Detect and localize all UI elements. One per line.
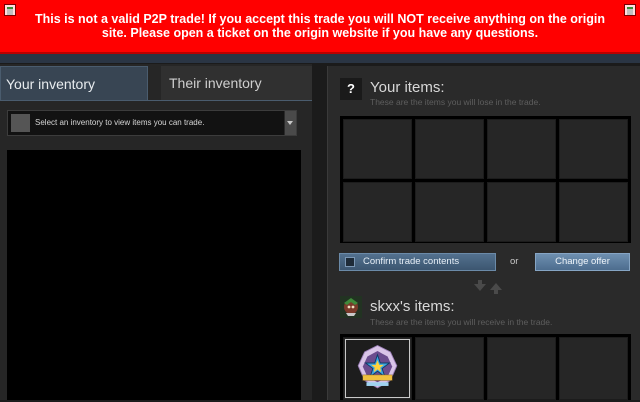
trade-slot[interactable] xyxy=(487,337,556,400)
tab-your-inventory[interactable]: Your inventory xyxy=(0,66,148,100)
trade-slot[interactable] xyxy=(343,119,412,179)
confirm-trade-label: Confirm trade contents xyxy=(363,256,460,267)
broken-image-icon xyxy=(624,4,636,16)
inventory-item-area xyxy=(7,150,301,400)
inventory-select[interactable]: Select an inventory to view items you ca… xyxy=(7,110,297,136)
their-items-title: skxx's items: xyxy=(370,298,455,315)
question-icon: ? xyxy=(340,78,362,100)
inventory-panel: Your inventory Their inventory Select an… xyxy=(0,64,312,400)
warning-message: This is not a valid P2P trade! If you ac… xyxy=(34,12,606,40)
or-separator: or xyxy=(510,256,519,267)
inventory-thumbnail xyxy=(11,114,30,132)
trade-slot[interactable] xyxy=(415,119,484,179)
sticker-item-icon xyxy=(345,339,410,398)
checkbox-icon[interactable] xyxy=(345,257,355,267)
your-items-subtitle: These are the items you will lose in the… xyxy=(370,97,541,107)
inventory-select-label: Select an inventory to view items you ca… xyxy=(35,118,205,127)
partner-avatar[interactable] xyxy=(340,296,362,318)
swap-arrows-icon xyxy=(474,280,502,294)
your-items-grid xyxy=(340,116,631,243)
confirm-trade-button[interactable]: Confirm trade contents xyxy=(339,253,496,271)
their-items-subtitle: These are the items you will receive in … xyxy=(370,317,553,327)
trade-slot-item[interactable] xyxy=(343,337,412,400)
header-strip xyxy=(0,54,640,63)
chevron-down-icon[interactable] xyxy=(284,111,296,135)
trade-slot[interactable] xyxy=(343,182,412,242)
their-items-grid xyxy=(340,334,631,400)
trade-slot[interactable] xyxy=(415,182,484,242)
broken-image-icon xyxy=(4,4,16,16)
tab-divider xyxy=(0,100,312,101)
trade-slot[interactable] xyxy=(487,182,556,242)
trade-slot[interactable] xyxy=(487,119,556,179)
trade-slot[interactable] xyxy=(559,182,628,242)
trade-slot[interactable] xyxy=(559,119,628,179)
change-offer-button[interactable]: Change offer xyxy=(535,253,630,271)
trade-slot[interactable] xyxy=(415,337,484,400)
tab-their-inventory[interactable]: Their inventory xyxy=(161,66,312,100)
warning-banner: This is not a valid P2P trade! If you ac… xyxy=(0,0,640,54)
trade-panel: ? Your items: These are the items you wi… xyxy=(327,66,640,400)
your-items-title: Your items: xyxy=(370,79,445,96)
trade-slot[interactable] xyxy=(559,337,628,400)
